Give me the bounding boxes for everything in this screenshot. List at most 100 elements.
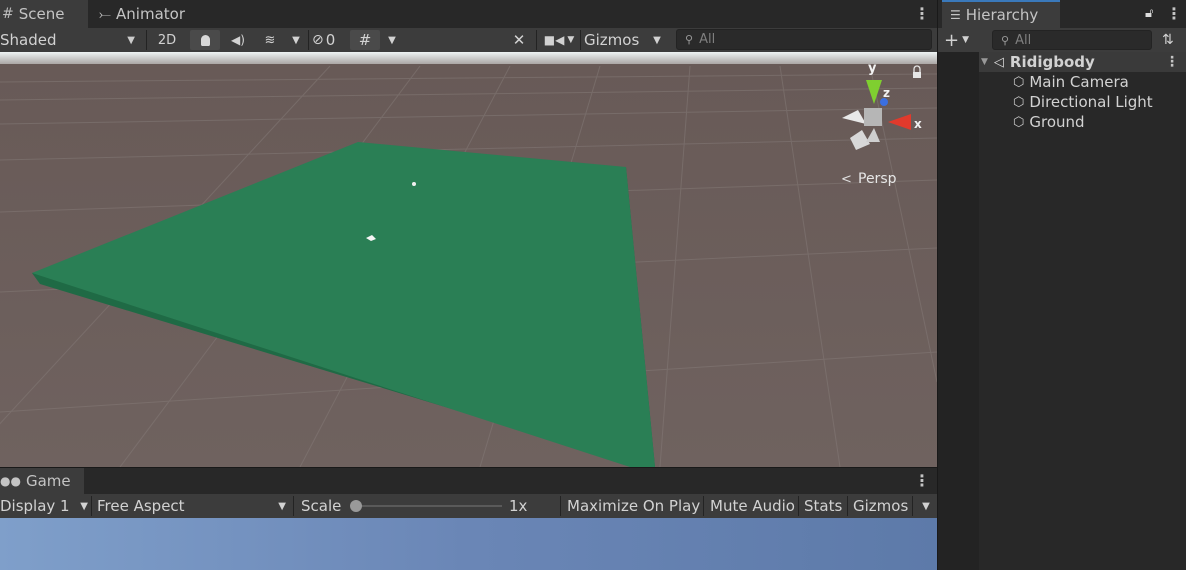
chevron-down-icon: ▼ xyxy=(567,35,575,45)
hierarchy-search-input[interactable]: ⚲ All xyxy=(992,30,1152,50)
maximize-on-play-label: Maximize On Play xyxy=(567,497,701,515)
game-gizmos-label: Gizmos xyxy=(853,497,909,515)
persp-chevron-icon: < xyxy=(841,172,852,187)
game-toolbar: Display 1 ▼ Free Aspect ▼ Scale 1x Maxim… xyxy=(0,494,937,518)
grid-dropdown[interactable]: ▼ xyxy=(382,28,402,52)
display-value: Display 1 xyxy=(0,497,70,515)
game-view[interactable] xyxy=(0,518,937,570)
game-tab-bar: ●● Game ⋮ xyxy=(0,468,937,494)
add-button[interactable]: + ▼ xyxy=(944,28,969,52)
chevron-down-icon: ▼ xyxy=(653,34,661,46)
lighting-toggle[interactable] xyxy=(190,30,220,50)
stats-label: Stats xyxy=(804,497,843,515)
game-gizmos-dropdown[interactable]: ▼ xyxy=(917,494,935,518)
hierarchy-search-placeholder: All xyxy=(1015,32,1032,48)
gamepad-icon: ●● xyxy=(0,474,21,488)
tab-scene[interactable]: # Scene xyxy=(0,0,88,28)
gizmos-label: Gizmos xyxy=(584,31,640,49)
display-dropdown[interactable]: Display 1 ▼ xyxy=(0,494,90,518)
chevron-down-icon: ▼ xyxy=(962,35,970,45)
scene-viewport[interactable]: y z x < Persp xyxy=(0,52,937,467)
maximize-on-play-button[interactable]: Maximize On Play xyxy=(567,494,700,518)
scale-slider-track xyxy=(352,505,502,507)
aspect-dropdown[interactable]: Free Aspect ▼ xyxy=(97,494,290,518)
mute-audio-label: Mute Audio xyxy=(710,497,795,515)
plus-icon: + xyxy=(944,29,960,51)
tab-game-label: Game xyxy=(25,472,71,490)
axis-label-z: z xyxy=(883,86,890,100)
mute-audio-button[interactable]: Mute Audio xyxy=(710,494,795,518)
toggle-2d-button[interactable]: 2D xyxy=(150,28,184,52)
tab-animator[interactable]: ⤚ Animator xyxy=(99,0,199,28)
scene-menu-icon[interactable]: ⋮ xyxy=(914,4,930,23)
grid-snap-icon: # xyxy=(358,31,372,49)
scene-root-row[interactable]: ▼ ◁ Ridigbody ⋮ xyxy=(979,52,1186,72)
hidden-objects-toggle[interactable]: ⊘ 0 xyxy=(312,28,348,52)
hierarchy-list: ▼ ◁ Ridigbody ⋮ ⬡ Main Camera ⬡ Directio… xyxy=(979,52,1186,570)
lock-icon[interactable]: 🔓︎ xyxy=(1145,6,1153,21)
chevron-down-icon[interactable]: ▼ xyxy=(981,57,988,67)
gizmo-center-cube xyxy=(864,108,882,126)
animator-icon: ⤚ xyxy=(99,5,112,23)
grid-icon: # xyxy=(2,6,14,22)
chevron-down-icon: ▼ xyxy=(922,500,930,512)
search-icon: ⚲ xyxy=(1001,33,1010,47)
chevron-down-icon: ▼ xyxy=(292,34,300,46)
sort-icon[interactable]: ⇅ xyxy=(1162,28,1174,52)
gameobject-cube-icon: ⬡ xyxy=(1013,114,1025,130)
audio-toggle[interactable]: ◀︎) xyxy=(224,28,252,52)
camera-settings-button[interactable]: ■◀ ▼ xyxy=(540,28,578,52)
chevron-down-icon: ▼ xyxy=(388,34,396,46)
gizmos-button[interactable]: Gizmos xyxy=(584,28,646,52)
hierarchy-gutter xyxy=(938,52,979,570)
hierarchy-window: ☰ Hierarchy 🔓︎ ⋮ + ▼ ⚲ All ⇅ ▼ ◁ Ridigbo… xyxy=(938,0,1186,570)
hierarchy-tab-bar: ☰ Hierarchy 🔓︎ ⋮ xyxy=(938,0,1186,28)
scene-render: y z x < Persp xyxy=(0,52,937,467)
camera-icon: ■◀ xyxy=(543,33,565,47)
tab-animator-label: Animator xyxy=(116,5,185,23)
light-gizmo xyxy=(412,182,416,186)
sky xyxy=(0,52,937,66)
effects-toggle[interactable]: ≋ xyxy=(256,28,284,52)
game-gizmos-button[interactable]: Gizmos xyxy=(853,494,908,518)
tab-hierarchy[interactable]: ☰ Hierarchy xyxy=(942,0,1060,28)
list-item[interactable]: ⬡ Main Camera xyxy=(979,72,1129,92)
tab-game[interactable]: ●● Game xyxy=(0,468,84,494)
tools-button[interactable]: ✕ xyxy=(506,28,532,52)
list-item-label: Main Camera xyxy=(1029,73,1129,91)
list-item[interactable]: ⬡ Ground xyxy=(979,112,1085,132)
scene-tab-bar: # Scene ⤚ Animator ⋮ xyxy=(0,0,937,28)
speaker-icon: ◀︎) xyxy=(231,33,245,47)
scene-search-input[interactable]: ⚲ All xyxy=(676,29,932,50)
scale-slider[interactable] xyxy=(350,500,502,512)
search-icon: ⚲ xyxy=(685,33,694,46)
persp-label[interactable]: Persp xyxy=(858,171,897,187)
gameobject-cube-icon: ⬡ xyxy=(1013,94,1025,110)
list-item[interactable]: ⬡ Directional Light xyxy=(979,92,1153,112)
aspect-value: Free Aspect xyxy=(97,497,185,515)
hierarchy-menu-icon[interactable]: ⋮ xyxy=(1166,4,1182,23)
list-item-label: Ground xyxy=(1029,113,1085,131)
chevron-down-icon: ▼ xyxy=(127,34,135,46)
tab-hierarchy-label: Hierarchy xyxy=(965,6,1039,24)
axis-label-y: y xyxy=(868,61,877,76)
scene-toolbar: Shaded ▼ 2D ◀︎) ≋ ▼ ⊘ 0 # ▼ ✕ ■◀ ▼ Gizmo… xyxy=(0,28,937,52)
scale-label: Scale xyxy=(301,497,342,515)
hidden-count: 0 xyxy=(325,31,336,49)
chevron-down-icon: ▼ xyxy=(80,500,88,512)
scene-menu-icon[interactable]: ⋮ xyxy=(1165,54,1179,70)
unity-scene-icon: ◁ xyxy=(993,54,1004,70)
game-menu-icon[interactable]: ⋮ xyxy=(914,471,930,490)
effects-dropdown[interactable]: ▼ xyxy=(286,28,306,52)
scale-slider-thumb[interactable] xyxy=(350,500,362,512)
gameobject-cube-icon: ⬡ xyxy=(1013,74,1025,90)
tools-icon: ✕ xyxy=(512,31,526,49)
grid-toggle[interactable]: # xyxy=(350,30,380,50)
draw-mode-value: Shaded xyxy=(0,31,57,49)
draw-mode-dropdown[interactable]: Shaded ▼ xyxy=(0,28,143,52)
tab-scene-label: Scene xyxy=(18,5,65,23)
stats-button[interactable]: Stats xyxy=(804,494,842,518)
lightbulb-icon xyxy=(200,34,210,46)
gizmos-dropdown[interactable]: ▼ xyxy=(648,28,666,52)
game-window: ●● Game ⋮ Display 1 ▼ Free Aspect ▼ Scal… xyxy=(0,468,937,570)
